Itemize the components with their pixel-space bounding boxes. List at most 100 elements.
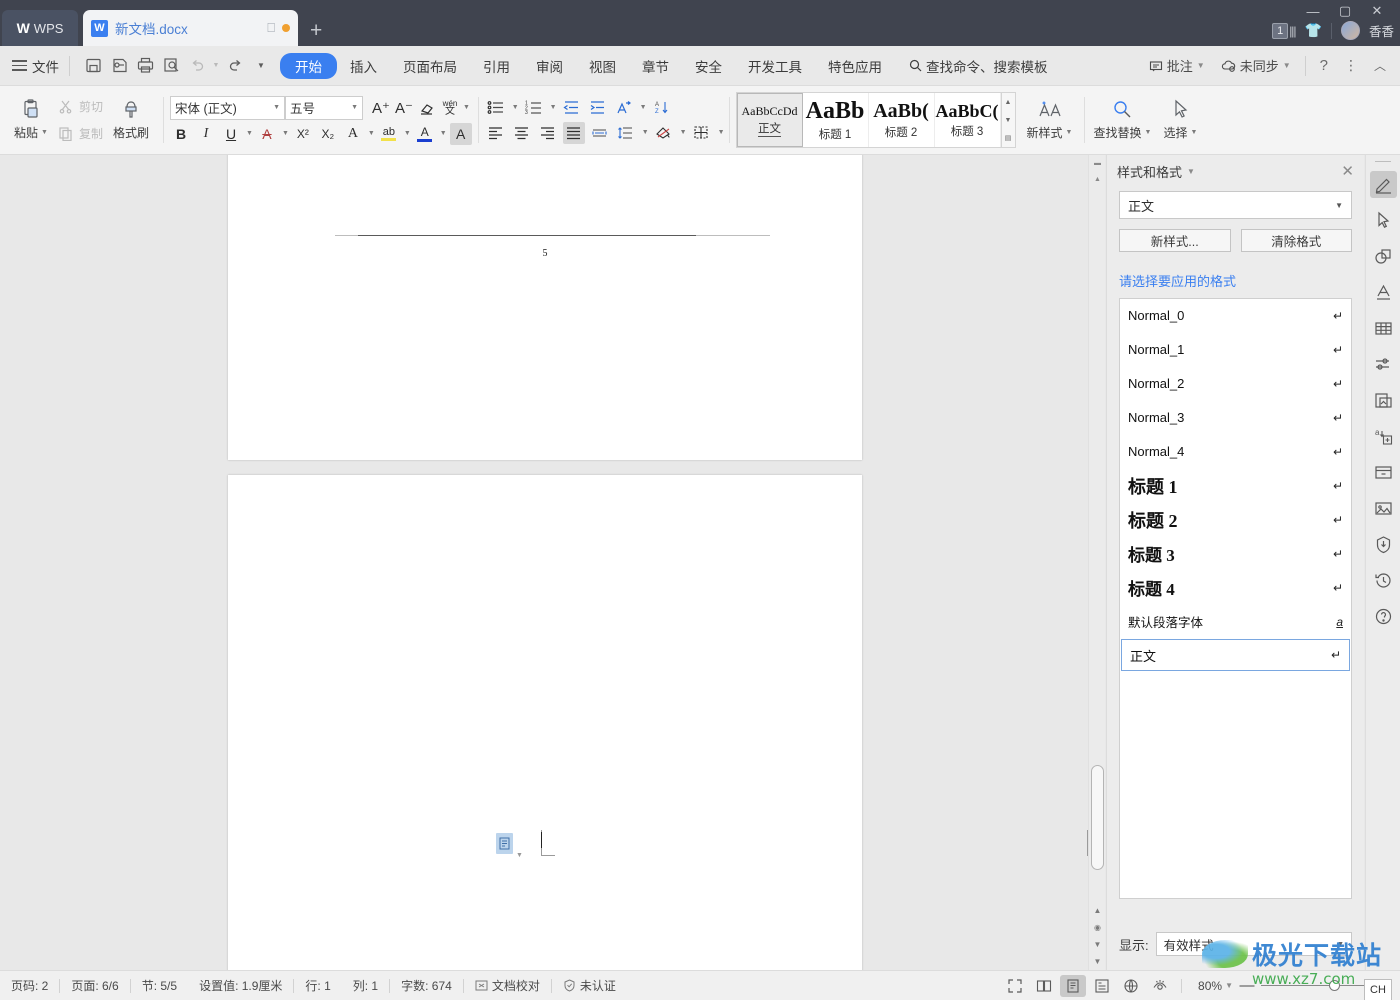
tab-start[interactable]: 开始: [280, 52, 337, 79]
list-item[interactable]: 默认段落字体 a: [1120, 605, 1351, 639]
present-screen-icon[interactable]: ⎕: [267, 20, 275, 36]
scroll-split-icon[interactable]: ▬: [1089, 155, 1106, 171]
show-filter-select[interactable]: 有效样式 ▼: [1155, 932, 1352, 956]
print-preview-icon[interactable]: [158, 53, 184, 79]
chevron-down-icon[interactable]: ▼: [368, 130, 375, 137]
minimize-button[interactable]: —: [1298, 2, 1328, 20]
skin-theme-icon[interactable]: 👕: [1305, 22, 1322, 39]
tab-featured-apps[interactable]: 特色应用: [815, 52, 895, 80]
subscript-button[interactable]: X₂: [317, 123, 339, 145]
save-as-icon[interactable]: [106, 53, 132, 79]
undo-caret-icon[interactable]: ▼: [210, 53, 222, 79]
sync-status-button[interactable]: 未同步 ▼: [1215, 53, 1297, 78]
sort-az-icon[interactable]: A Z: [651, 97, 673, 119]
italic-button[interactable]: I: [195, 123, 217, 145]
chevron-down-icon[interactable]: ▼: [512, 104, 519, 111]
command-search[interactable]: 查找命令、搜索模板: [909, 56, 1048, 76]
file-menu-button[interactable]: 文件: [12, 56, 59, 76]
document-page-current[interactable]: ▼: [228, 475, 1088, 970]
help-circle-icon[interactable]: [1370, 603, 1397, 630]
scroll-up-icon[interactable]: ▲: [1002, 93, 1015, 111]
status-proofread[interactable]: 文档校对: [464, 977, 551, 994]
format-painter-button[interactable]: 格式刷: [105, 90, 157, 150]
zoom-slider[interactable]: [1261, 979, 1369, 991]
new-style-panel-button[interactable]: 新样式...: [1119, 229, 1231, 252]
decrease-indent-icon[interactable]: [561, 97, 583, 119]
list-item[interactable]: Normal_2 ↵: [1120, 367, 1351, 401]
chevron-down-icon[interactable]: ▼: [246, 130, 253, 137]
document-canvas[interactable]: 5 ▼: [0, 155, 1090, 970]
chevron-down-icon[interactable]: ▼: [550, 104, 557, 111]
customize-caret-icon[interactable]: ▼: [248, 53, 274, 79]
style-gallery-item-heading2[interactable]: AaBb( 标题 2: [869, 93, 935, 147]
list-item[interactable]: 标题 1 ↵: [1120, 469, 1351, 503]
next-page-icon[interactable]: ▼: [1089, 936, 1106, 953]
settings-sliders-icon[interactable]: [1370, 351, 1397, 378]
archive-box-icon[interactable]: [1370, 459, 1397, 486]
shrink-font-button[interactable]: A⁻: [393, 97, 415, 119]
new-style-button[interactable]: 新样式 ▼: [1022, 90, 1078, 150]
tab-references[interactable]: 引用: [470, 52, 523, 80]
text-art-icon[interactable]: [1370, 279, 1397, 306]
highlight-button[interactable]: ab: [378, 123, 400, 145]
text-effects-button[interactable]: A: [342, 123, 364, 145]
wps-home-tab[interactable]: W WPS: [2, 10, 78, 46]
align-center-icon[interactable]: [511, 122, 533, 144]
fullscreen-icon[interactable]: [1002, 975, 1028, 997]
list-item[interactable]: 标题 3 ↵: [1120, 537, 1351, 571]
chevron-down-icon[interactable]: ▼: [516, 852, 523, 859]
grow-font-button[interactable]: A⁺: [370, 97, 392, 119]
list-item[interactable]: Normal_0 ↵: [1120, 299, 1351, 333]
scroll-down-icon[interactable]: ▼: [1089, 953, 1106, 970]
strikethrough-button[interactable]: A: [256, 123, 278, 145]
font-size-input[interactable]: 五号 ▼: [285, 95, 364, 120]
pinyin-guide-button[interactable]: wén 文: [439, 97, 461, 119]
web-layout-view-icon[interactable]: [1118, 975, 1144, 997]
current-style-select[interactable]: 正文 ▼: [1119, 191, 1352, 219]
tab-page-layout[interactable]: 页面布局: [390, 52, 470, 80]
list-item[interactable]: Normal_4 ↵: [1120, 435, 1351, 469]
scrollbar-thumb[interactable]: [1091, 765, 1104, 870]
shield-badge-icon[interactable]: [1370, 531, 1397, 558]
image-gallery-icon[interactable]: [1370, 387, 1397, 414]
status-certification[interactable]: 未认证: [552, 977, 627, 994]
table-icon[interactable]: [1370, 315, 1397, 342]
status-word-count[interactable]: 字数: 674: [390, 977, 463, 994]
distribute-icon[interactable]: [589, 122, 611, 144]
list-item[interactable]: Normal_1 ↵: [1120, 333, 1351, 367]
cut-button[interactable]: 剪切: [54, 95, 105, 119]
chevron-down-icon[interactable]: ▼: [718, 129, 725, 136]
expand-gallery-icon[interactable]: ▤: [1002, 129, 1015, 147]
clear-format-icon[interactable]: [416, 97, 438, 119]
paste-button[interactable]: 粘贴 ▼: [8, 90, 54, 150]
style-gallery-scrollbar[interactable]: ▲ ▼ ▤: [1000, 93, 1015, 147]
pen-highlight-icon[interactable]: [1369, 171, 1397, 198]
zoom-slider-knob[interactable]: [1329, 979, 1340, 991]
find-replace-button[interactable]: 查找替换 ▼: [1091, 90, 1155, 150]
section-properties-icon[interactable]: [496, 833, 513, 854]
chinese-layout-icon[interactable]: [613, 97, 635, 119]
chevron-down-icon[interactable]: ▼: [404, 130, 411, 137]
save-icon[interactable]: [80, 53, 106, 79]
scroll-down-icon[interactable]: ▼: [1002, 111, 1015, 129]
page-layout-view-icon[interactable]: [1060, 974, 1087, 997]
redo-icon[interactable]: [222, 53, 248, 79]
chevron-down-icon[interactable]: ▼: [282, 130, 289, 137]
list-item[interactable]: 标题 4 ↵: [1120, 571, 1351, 605]
chevron-down-icon[interactable]: ▼: [680, 129, 687, 136]
ime-indicator[interactable]: CH: [1364, 978, 1392, 1000]
help-button[interactable]: ?: [1314, 54, 1334, 77]
picture-icon[interactable]: [1370, 495, 1397, 522]
superscript-button[interactable]: X²: [292, 123, 314, 145]
line-spacing-icon[interactable]: [615, 122, 637, 144]
outline-view-icon[interactable]: [1089, 975, 1115, 997]
shapes-icon[interactable]: [1370, 243, 1397, 270]
align-left-icon[interactable]: [485, 122, 507, 144]
tab-review[interactable]: 审阅: [523, 52, 576, 80]
list-item[interactable]: 标题 2 ↵: [1120, 503, 1351, 537]
chevron-down-icon[interactable]: ▼: [1187, 167, 1195, 176]
char-shading-button[interactable]: A: [449, 122, 472, 145]
underline-button[interactable]: U: [220, 123, 242, 145]
bullet-list-icon[interactable]: [485, 97, 507, 119]
cursor-select-icon[interactable]: [1370, 207, 1397, 234]
